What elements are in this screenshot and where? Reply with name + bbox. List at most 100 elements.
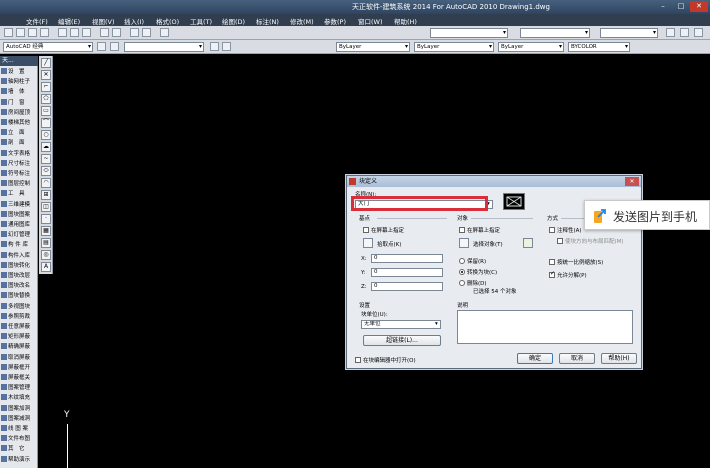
pan-icon[interactable] <box>130 28 139 37</box>
minimize-button[interactable]: – <box>656 1 670 12</box>
send-to-phone-button[interactable]: 发送图片到手机 <box>584 200 710 230</box>
sidebar-item[interactable]: 帮助演示 <box>1 455 30 465</box>
sidebar-item[interactable]: 图案减洞 <box>1 414 30 424</box>
revcloud-icon[interactable]: ☁ <box>41 142 51 152</box>
menu-params[interactable]: 参数(P) <box>324 16 346 26</box>
pick-point-icon[interactable] <box>363 238 373 248</box>
delete-radio[interactable] <box>459 280 465 286</box>
sidebar-item[interactable]: 图块改层 <box>1 272 30 281</box>
rectangle-icon[interactable]: ▭ <box>41 106 51 116</box>
sidebar-item[interactable]: 门 窗 <box>1 98 25 108</box>
sidebar-item[interactable]: 轴网柱子 <box>1 78 30 87</box>
sidebar-item[interactable]: 图块替换 <box>1 292 30 301</box>
sidebar-item[interactable]: 图块图案 <box>1 210 30 220</box>
sidebar-item[interactable]: 其 它 <box>1 445 25 454</box>
base-specify-on-screen[interactable]: 在屏幕上指定 <box>363 226 404 234</box>
select-objects-label[interactable]: 选择对象(T) <box>473 240 503 248</box>
text-style-combo[interactable] <box>430 28 508 38</box>
menu-format[interactable]: 格式(O) <box>156 16 179 26</box>
dialog-close-button[interactable]: ✕ <box>625 177 639 186</box>
save-icon[interactable] <box>28 28 37 37</box>
sidebar-item[interactable]: 文字表格 <box>1 149 30 159</box>
sidebar-item[interactable]: 屏蔽框开 <box>1 363 30 373</box>
menu-tools[interactable]: 工具(T) <box>190 16 212 26</box>
base-specify-checkbox[interactable] <box>363 227 369 233</box>
sidebar-item[interactable]: 木纹填充 <box>1 394 30 403</box>
sidebar-item[interactable]: 文件布图 <box>1 435 30 444</box>
convert-radio[interactable] <box>459 269 465 275</box>
help-button[interactable]: 帮助(H) <box>601 353 637 364</box>
menu-file[interactable]: 文件(F) <box>26 16 48 26</box>
sidebar-item[interactable]: 多视图块 <box>1 302 30 312</box>
region-icon[interactable]: ◎ <box>41 250 51 260</box>
sidebar-item[interactable]: 屏蔽框关 <box>1 374 30 383</box>
menu-help[interactable]: 帮助(H) <box>394 16 417 26</box>
gradient-icon[interactable]: ▤ <box>41 238 51 248</box>
sidebar-item[interactable]: 取消屏蔽 <box>1 353 30 363</box>
sidebar-item[interactable]: 墙 体 <box>1 88 25 97</box>
convert-option[interactable]: 转换为块(C) <box>459 268 497 276</box>
sidebar-item[interactable]: 图案加洞 <box>1 404 30 414</box>
sidebar-item[interactable]: 房间屋顶 <box>1 108 30 118</box>
ellipse-icon[interactable]: ⬭ <box>41 166 51 176</box>
sidebar-item[interactable]: 图块转化 <box>1 261 30 271</box>
sidebar-item[interactable]: 剖 面 <box>1 139 25 148</box>
line-icon[interactable]: ╱ <box>41 58 51 68</box>
layer-icon[interactable] <box>666 28 675 37</box>
sidebar-item[interactable]: 设 置 <box>1 68 25 77</box>
circle-icon[interactable]: ○ <box>41 130 51 140</box>
undo-icon[interactable] <box>100 28 109 37</box>
quick-select-icon[interactable] <box>523 238 533 248</box>
sidebar-item[interactable]: 图案管理 <box>1 384 30 393</box>
properties-icon[interactable] <box>160 28 169 37</box>
sidebar-item[interactable]: 任意屏蔽 <box>1 323 30 332</box>
sidebar-item[interactable]: 图层控制 <box>1 180 30 189</box>
sidebar-item[interactable]: 线 图 案 <box>1 425 28 434</box>
mtext-icon[interactable]: A <box>41 262 51 272</box>
scale-uniformly-option[interactable]: 按统一比例缩放(S) <box>549 258 603 266</box>
sidebar-item[interactable]: 矩形屏蔽 <box>1 333 30 342</box>
layer-manager-icon[interactable] <box>110 42 119 51</box>
light-icon[interactable] <box>680 28 689 37</box>
sidebar-item[interactable]: 构件入库 <box>1 251 30 261</box>
new-file-icon[interactable] <box>4 28 13 37</box>
construction-line-icon[interactable]: ✕ <box>41 70 51 80</box>
scale-uniformly-checkbox[interactable] <box>549 259 555 265</box>
linetype-combo[interactable]: ByLayer <box>414 42 494 52</box>
sidebar-item[interactable]: 立 面 <box>1 129 25 138</box>
base-z-input[interactable]: 0 <box>371 282 443 291</box>
allow-exploding-option[interactable]: 允许分解(P) <box>549 270 587 279</box>
retain-radio[interactable] <box>459 258 465 264</box>
sidebar-item[interactable]: 尺寸标注 <box>1 159 30 169</box>
ok-button[interactable]: 确定 <box>517 353 553 364</box>
open-file-icon[interactable] <box>16 28 25 37</box>
insert-block-icon[interactable]: ⊞ <box>41 190 51 200</box>
make-block-icon[interactable]: ◫ <box>41 202 51 212</box>
sidebar-item[interactable]: 幻灯管理 <box>1 231 30 240</box>
sidebar-item[interactable]: 通用图库 <box>1 221 30 230</box>
menu-edit[interactable]: 编辑(E) <box>58 16 80 26</box>
layer-previous-icon[interactable] <box>222 42 231 51</box>
maximize-button[interactable]: □ <box>674 1 688 12</box>
hatch-icon[interactable]: ▦ <box>41 226 51 236</box>
workspace-combo[interactable]: AutoCAD 经典 <box>3 42 93 52</box>
allow-exploding-checkbox[interactable] <box>549 270 555 278</box>
polyline-icon[interactable]: ⌐ <box>41 82 51 92</box>
plotstyle-combo[interactable]: BYCOLOR <box>568 42 630 52</box>
menu-insert[interactable]: 插入(I) <box>124 16 144 26</box>
annotative-checkbox[interactable] <box>549 227 555 233</box>
polygon-icon[interactable]: ⬠ <box>41 94 51 104</box>
base-x-input[interactable]: 0 <box>371 254 443 263</box>
open-in-editor-option[interactable]: 在块编辑器中打开(O) <box>355 356 416 364</box>
lineweight-combo[interactable]: ByLayer <box>498 42 564 52</box>
objects-specify-checkbox[interactable] <box>459 227 465 233</box>
objects-specify-on-screen[interactable]: 在屏幕上指定 <box>459 226 500 234</box>
dim-style-combo[interactable] <box>520 28 590 38</box>
workspace-settings-icon[interactable] <box>97 42 106 51</box>
delete-option[interactable]: 删除(D) <box>459 279 487 287</box>
arc-icon[interactable]: ⌒ <box>41 118 51 128</box>
menu-draw[interactable]: 绘图(D) <box>222 16 245 26</box>
annotative-option[interactable]: 注释性(A) <box>549 226 582 234</box>
sidebar-item[interactable]: 参照剪裁 <box>1 312 30 322</box>
sidebar-item[interactable]: 构 件 库 <box>1 241 28 250</box>
